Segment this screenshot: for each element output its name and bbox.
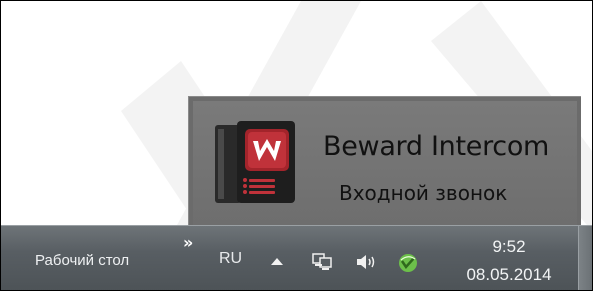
popup-subtitle: Входной звонок [339,181,508,205]
taskbar: Рабочий стол » RU 9:52 08.05.2014 [1,225,592,290]
show-hidden-icons[interactable] [271,258,283,265]
beward-tray-icon[interactable] [397,252,419,274]
volume-icon[interactable] [355,252,379,272]
beward-intercom-icon [215,121,295,203]
clock-date: 08.05.2014 [466,265,552,284]
network-icon[interactable] [311,251,333,273]
desktop-toolbar-label[interactable]: Рабочий стол [35,252,129,269]
toolbar-overflow-chevron[interactable]: » [183,233,193,252]
popup-body: Beward Intercom Входной звонок [193,101,577,225]
intercom-notification-popup[interactable]: Beward Intercom Входной звонок [188,96,581,225]
language-indicator[interactable]: RU [219,250,242,268]
system-clock[interactable]: 9:52 08.05.2014 [449,236,569,286]
popup-title: Beward Intercom [323,131,550,162]
screenshot-frame: Beward Intercom Входной звонок Рабочий с… [0,0,593,291]
clock-time: 9:52 [492,237,526,256]
show-desktop-button[interactable] [578,226,592,290]
